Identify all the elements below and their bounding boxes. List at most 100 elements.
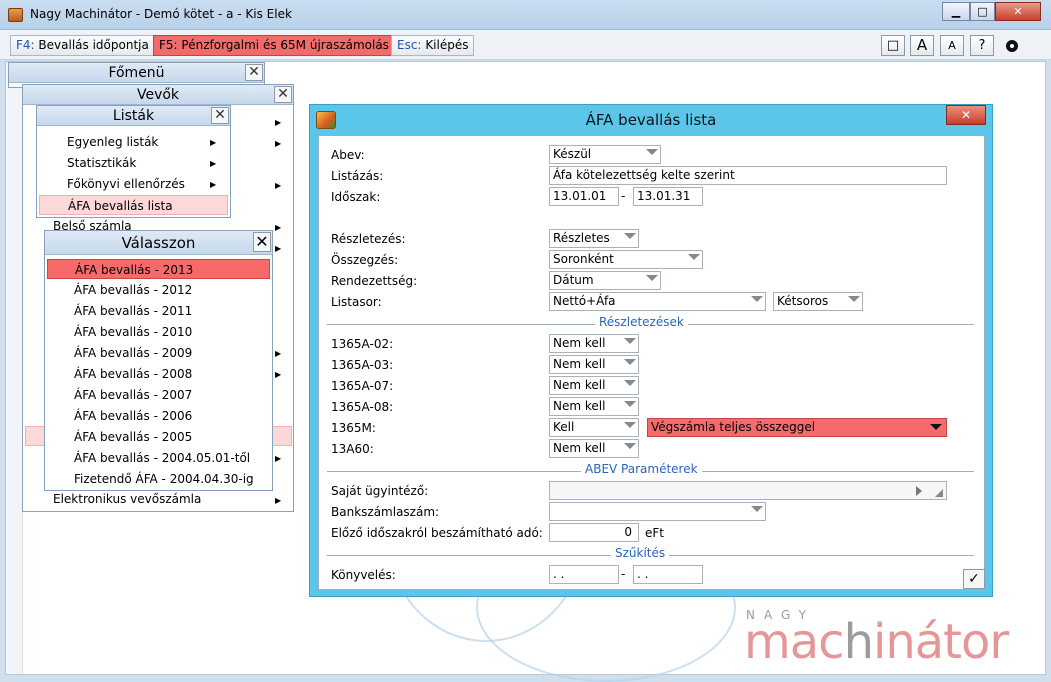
row-1365a-03-select[interactable]: Nem kell — [549, 355, 639, 374]
listasor-mode-value: Kétsoros — [777, 294, 829, 308]
submenu-arrow-icon — [210, 180, 216, 189]
esc-key-label: Esc: — [397, 38, 422, 52]
reszletezes-label: Részletezés: — [331, 232, 406, 246]
shortcut-icon-strip — [6, 62, 23, 674]
close-window-button[interactable]: ✕ — [995, 2, 1041, 21]
submenu-arrow-icon — [275, 139, 281, 148]
esc-label: Kilépés — [425, 38, 469, 52]
menu-item-label: Egyenleg listák — [67, 135, 159, 149]
vegszamla-value: Végszámla teljes összeggel — [651, 420, 816, 434]
konyveles-to-input[interactable]: . . — [633, 565, 703, 584]
bankszamla-label: Bankszámlaszám: — [331, 505, 440, 519]
row-1365a-08-select[interactable]: Nem kell — [549, 397, 639, 416]
font-larger-button[interactable]: A — [910, 35, 934, 56]
fomenu-close-button[interactable]: ✕ — [245, 64, 263, 81]
chevron-down-icon — [624, 359, 636, 365]
chevron-down-icon — [624, 380, 636, 386]
ugyintezo-label: Saját ügyintéző: — [331, 484, 429, 498]
osszegzes-select[interactable]: Soronként — [549, 250, 703, 269]
menu-item-elektronikus-vevoszamla[interactable]: Elektronikus vevőszámla — [49, 489, 279, 509]
submenu-arrow-icon — [275, 496, 281, 505]
valasszon-panel: Válasszon ✕ ÁFA bevallás - 2013 ÁFA beva… — [44, 230, 273, 491]
choice-afa-2009[interactable]: ÁFA bevallás - 2009 — [47, 343, 270, 363]
ok-checkmark-button[interactable]: ✓ — [963, 569, 985, 589]
rendezettseg-value: Dátum — [553, 273, 594, 287]
section-reszletezesek: Részletezések — [595, 315, 688, 329]
valasszon-title-text: Válasszon — [121, 234, 196, 252]
f4-key-label: F4: — [16, 38, 35, 52]
rendezettseg-select[interactable]: Dátum — [549, 271, 661, 290]
fomenu-title-text: Főmenü — [108, 65, 165, 81]
elozo-ado-unit: eFt — [645, 526, 664, 540]
choice-afa-2006[interactable]: ÁFA bevallás - 2006 — [47, 406, 270, 426]
window-mode-button[interactable]: □ — [881, 35, 905, 56]
menu-item-label: ÁFA bevallás lista — [68, 199, 173, 213]
konyveles-label: Könyvelés: — [331, 568, 396, 582]
listak-close-button[interactable]: ✕ — [211, 107, 229, 124]
listasor-value: Nettó+Áfa — [553, 294, 616, 308]
vevok-close-button[interactable]: ✕ — [274, 86, 292, 103]
esc-kilepes-button[interactable]: Esc: Kilépés — [391, 35, 475, 56]
idoszak-from-input[interactable]: 13.01.01 — [549, 187, 619, 206]
f5-ujraszamolas-button[interactable]: F5: Pénzforgalmi és 65M újraszámolás — [153, 35, 395, 56]
reszletezes-select[interactable]: Részletes — [549, 229, 639, 248]
valasszon-close-button[interactable]: ✕ — [253, 232, 271, 252]
bankszamla-select[interactable] — [549, 502, 766, 521]
section-szukites: Szűkítés — [611, 546, 670, 560]
menu-item-label: Statisztikák — [67, 156, 137, 170]
choice-afa-2004-tol[interactable]: ÁFA bevallás - 2004.05.01-től — [47, 448, 270, 468]
chevron-down-icon — [848, 296, 860, 302]
row-1365a-02-select[interactable]: Nem kell — [549, 334, 639, 353]
dialog-close-button[interactable]: ✕ — [946, 105, 986, 125]
chevron-down-icon — [624, 401, 636, 407]
fomenu-title: Főmenü ✕ — [9, 63, 264, 83]
choice-afa-2013[interactable]: ÁFA bevallás - 2013 — [47, 259, 270, 279]
listasor-mode-select[interactable]: Kétsoros — [773, 292, 863, 311]
ugyintezo-field[interactable] — [549, 481, 947, 500]
choice-afa-2005[interactable]: ÁFA bevallás - 2005 — [47, 427, 270, 447]
row-1365a-07-label: 1365A-07: — [331, 379, 394, 393]
row-1365m-select[interactable]: Kell — [549, 418, 639, 437]
abev-select[interactable]: Készül — [549, 145, 661, 164]
minimize-button[interactable]: ▁ — [942, 2, 970, 21]
dialog-title: ÁFA bevallás lista — [585, 111, 717, 129]
vevok-title: Vevők ✕ — [23, 85, 293, 105]
listazas-field[interactable]: Áfa kötelezettség kelte szerint — [549, 166, 947, 185]
valasszon-title: Válasszon ✕ — [45, 231, 272, 255]
f5-key-label: F5: — [159, 38, 178, 52]
choice-afa-2007[interactable]: ÁFA bevallás - 2007 — [47, 385, 270, 405]
vevok-title-text: Vevők — [136, 87, 180, 103]
choice-afa-2008[interactable]: ÁFA bevallás - 2008 — [47, 364, 270, 384]
choice-afa-2012[interactable]: ÁFA bevallás - 2012 — [47, 280, 270, 300]
listasor-select[interactable]: Nettó+Áfa — [549, 292, 766, 311]
row-1365a-07-select[interactable]: Nem kell — [549, 376, 639, 395]
listasor-label: Listasor: — [331, 295, 382, 309]
idoszak-to-input[interactable]: 13.01.31 — [633, 187, 703, 206]
choice-fizetendo-afa-2004-ig[interactable]: Fizetendő ÁFA - 2004.04.30-ig — [47, 469, 270, 489]
vegszamla-select[interactable]: Végszámla teljes összeggel — [647, 418, 947, 437]
listak-panel: Listák ✕ Egyenleg listák Statisztikák Fő… — [36, 105, 231, 218]
row-1365m-label: 1365M: — [331, 421, 376, 435]
help-button[interactable]: ? — [970, 35, 994, 56]
row-13a60-select[interactable]: Nem kell — [549, 439, 639, 458]
konyveles-dash: - — [621, 567, 626, 581]
menu-item-statisztikak[interactable]: Statisztikák — [63, 153, 223, 173]
choice-afa-2011[interactable]: ÁFA bevallás - 2011 — [47, 301, 270, 321]
chevron-down-icon — [751, 506, 763, 512]
record-icon[interactable] — [1006, 40, 1018, 52]
menu-item-egyenleg-listak[interactable]: Egyenleg listák — [63, 132, 223, 152]
font-smaller-button[interactable]: A — [940, 35, 964, 56]
konyveles-from-input[interactable]: . . — [549, 565, 619, 584]
choice-afa-2010[interactable]: ÁFA bevallás - 2010 — [47, 322, 270, 342]
chevron-down-icon — [688, 254, 700, 260]
afa-bevallas-lista-dialog: ÁFA bevallás lista ✕ Abev: Készül Listáz… — [309, 104, 993, 597]
elozo-ado-input[interactable]: 0 — [549, 523, 639, 542]
menu-item-afa-bevallas-lista[interactable]: ÁFA bevallás lista — [39, 195, 228, 215]
maximize-button[interactable]: □ — [970, 2, 995, 21]
submenu-arrow-icon — [275, 181, 281, 190]
osszegzes-value: Soronként — [553, 252, 614, 266]
row-value: Nem kell — [553, 441, 606, 455]
f4-bevallas-idopontja-button[interactable]: F4: Bevallás időpontja — [10, 35, 155, 56]
listak-title: Listák ✕ — [37, 106, 230, 126]
menu-item-fokonyvi-ellenorzes[interactable]: Főkönyvi ellenőrzés — [63, 174, 223, 194]
